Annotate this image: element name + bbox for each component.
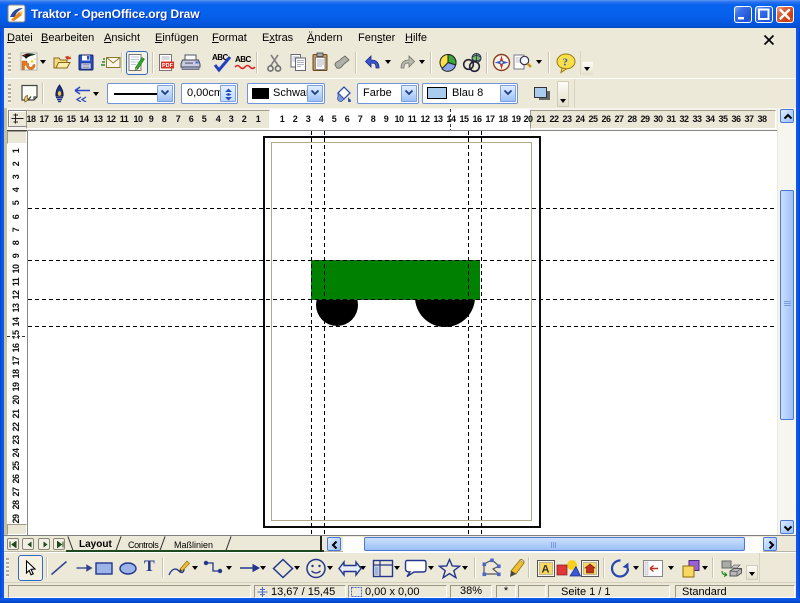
svg-text:A: A [542,564,550,576]
svg-text:?: ? [563,57,569,69]
svg-text:ABC: ABC [235,55,252,64]
svg-text:PDF: PDF [162,63,174,69]
